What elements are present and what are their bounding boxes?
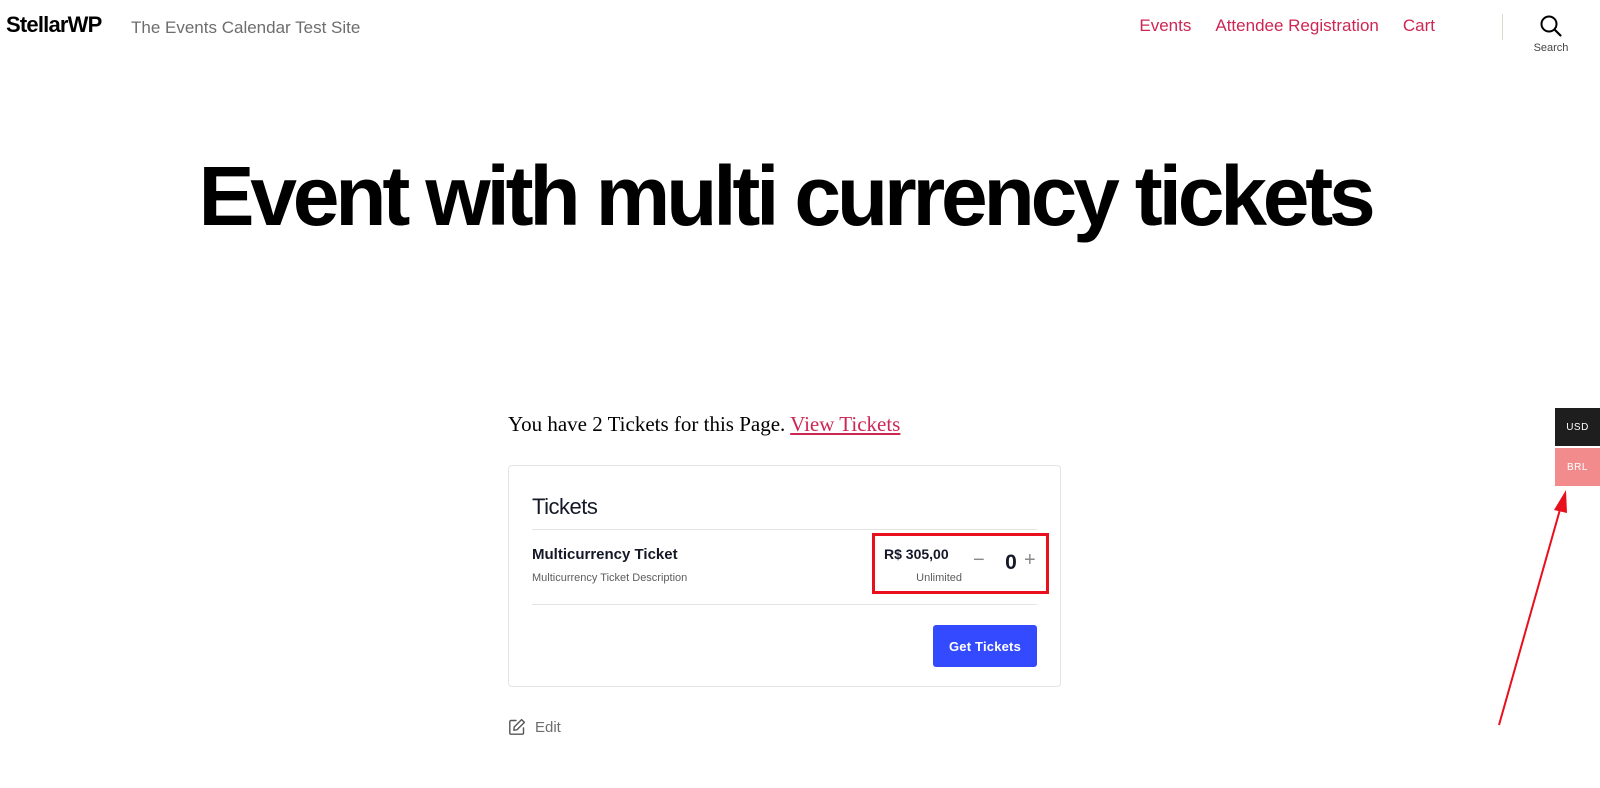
currency-option-brl[interactable]: BRL — [1555, 448, 1600, 486]
nav-item-attendee-registration[interactable]: Attendee Registration — [1215, 16, 1379, 36]
edit-label: Edit — [535, 718, 561, 736]
tickets-notice-text: You have 2 Tickets for this Page. — [508, 412, 791, 436]
search-label: Search — [1533, 42, 1569, 54]
get-tickets-button[interactable]: Get Tickets — [933, 625, 1037, 667]
page-title: Event with multi currency tickets — [198, 149, 1375, 243]
search-icon — [1540, 15, 1562, 37]
primary-menu: Events Attendee Registration Cart — [1139, 16, 1435, 36]
divider — [532, 604, 1037, 605]
search-toggle[interactable]: Search — [1528, 14, 1574, 54]
nav-item-cart[interactable]: Cart — [1403, 16, 1435, 36]
tickets-notice: You have 2 Tickets for this Page. View T… — [508, 412, 900, 437]
currency-option-usd[interactable]: USD — [1555, 408, 1600, 446]
nav-item-events[interactable]: Events — [1139, 16, 1191, 36]
divider — [532, 529, 1037, 530]
edit-icon — [509, 718, 526, 735]
view-tickets-link[interactable]: View Tickets — [790, 412, 900, 436]
ticket-name: Multicurrency Ticket — [532, 546, 678, 563]
site-logo[interactable]: StellarWP — [6, 12, 102, 38]
edit-link[interactable]: Edit — [508, 718, 561, 736]
header-divider — [1502, 14, 1503, 40]
ticket-description: Multicurrency Ticket Description — [532, 572, 688, 584]
price-quantity-highlight — [872, 533, 1049, 594]
tickets-heading: Tickets — [532, 494, 598, 519]
site-description: The Events Calendar Test Site — [131, 18, 361, 37]
